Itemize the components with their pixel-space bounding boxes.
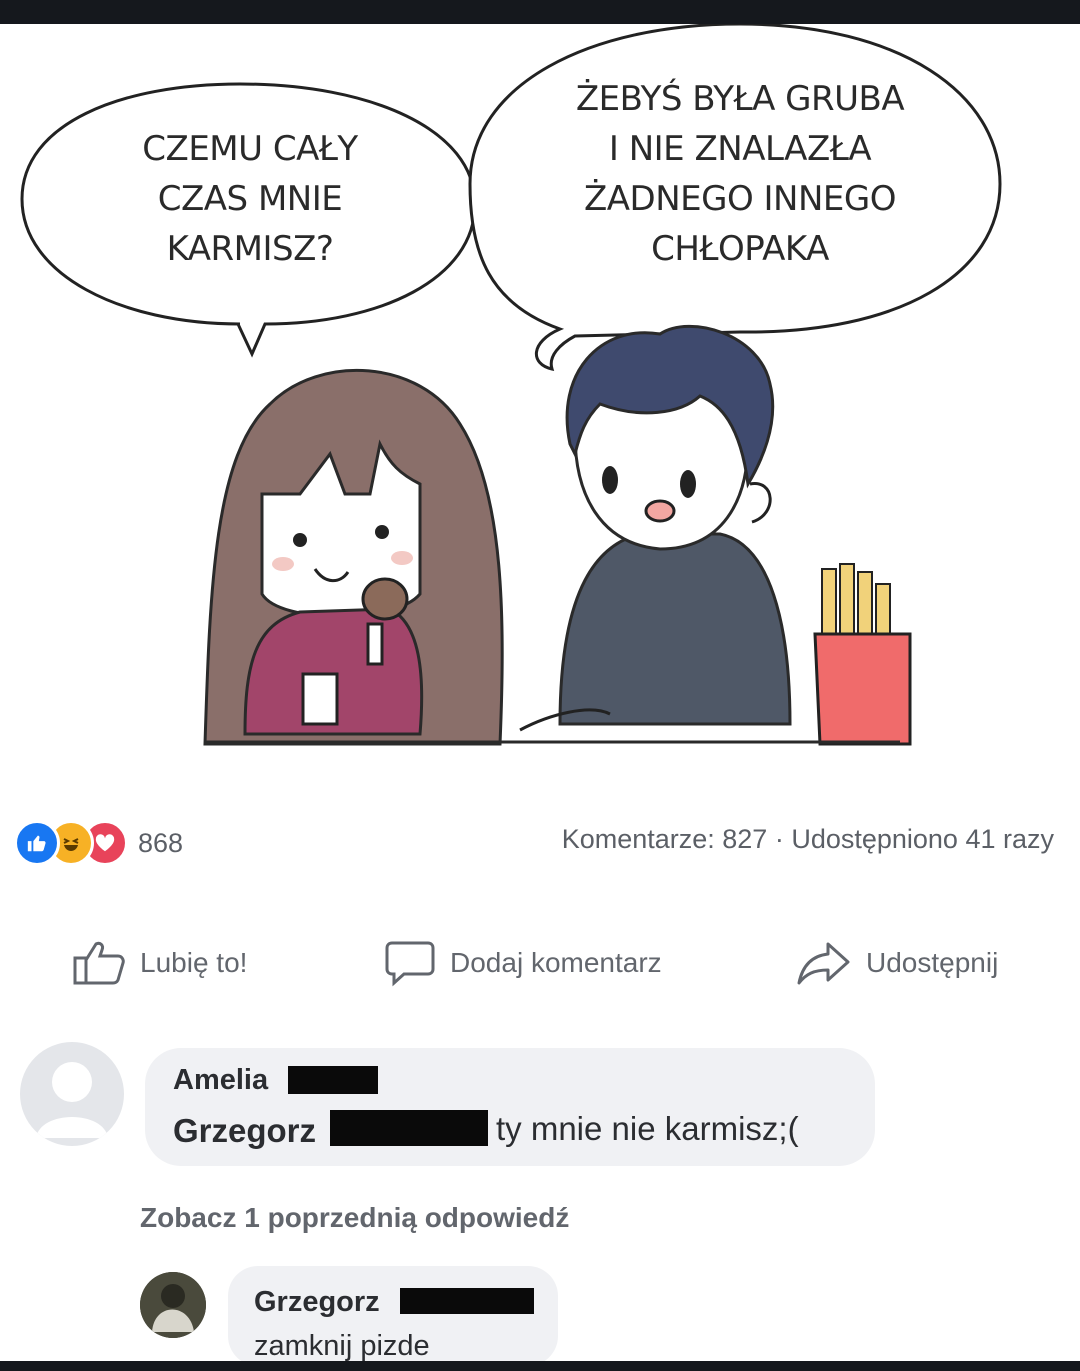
reply-author[interactable]: Grzegorz — [254, 1286, 380, 1319]
view-previous-replies-link[interactable]: Zobacz 1 poprzednią odpowiedź — [140, 1202, 569, 1234]
like-button[interactable]: Lubię to! — [72, 930, 247, 996]
speech-bubble-right-text: ŻEBYŚ BYŁA GRUBA I NIE ZNALAZŁA ŻADNEGO … — [520, 74, 960, 274]
bottom-bar — [0, 1361, 1080, 1371]
boy-illustration — [519, 324, 792, 732]
comic-image: CZEMU CAŁY CZAS MNIE KARMISZ? ŻEBYŚ BYŁA… — [0, 22, 1080, 764]
bubble-line: KARMISZ? — [166, 229, 334, 269]
redaction-bar — [288, 1066, 378, 1094]
fries-illustration — [813, 563, 912, 746]
bubble-line: ŻEBYŚ BYŁA GRUBA — [575, 79, 905, 119]
reply-text: zamknij pizde — [254, 1330, 430, 1362]
default-avatar-icon — [36, 1062, 108, 1138]
comment-label: Dodaj komentarz — [450, 947, 662, 978]
user-photo-icon — [140, 1272, 206, 1338]
like-icon — [14, 820, 60, 866]
like-label: Lubię to! — [140, 947, 248, 978]
reaction-count: 868 — [138, 827, 184, 858]
bubble-line: CHŁOPAKA — [651, 229, 829, 269]
comment-text: ty mnie nie karmisz;( — [496, 1110, 799, 1147]
top-bar — [0, 0, 1080, 24]
bubble-line: ŻADNEGO INNEGO — [583, 179, 897, 219]
share-arrow-icon — [797, 942, 850, 985]
post-action-bar: Lubię to! Dodaj komentarz Udostępnij — [0, 930, 1080, 996]
thumbs-up-icon — [73, 941, 125, 985]
girl-illustration — [203, 368, 504, 746]
speech-bubble-left-text: CZEMU CAŁY CZAS MNIE KARMISZ? — [60, 124, 440, 274]
reaction-summary[interactable]: 868 — [14, 820, 183, 866]
comment-button[interactable]: Dodaj komentarz — [384, 930, 662, 996]
avatar[interactable] — [140, 1272, 206, 1338]
comment-icon — [385, 941, 435, 987]
bubble-line: I NIE ZNALAZŁA — [608, 129, 872, 169]
comment-mention[interactable]: Grzegorz — [173, 1112, 316, 1150]
share-button[interactable]: Udostępnij — [796, 930, 998, 996]
post-stats[interactable]: Komentarze: 827 · Udostępniono 41 razy — [562, 824, 1054, 855]
bubble-line: CZAS MNIE — [157, 179, 343, 219]
share-label: Udostępnij — [866, 947, 999, 978]
bubble-line: CZEMU CAŁY — [142, 129, 358, 169]
redaction-bar — [330, 1110, 488, 1146]
redaction-bar — [400, 1288, 534, 1314]
comment-author[interactable]: Amelia — [173, 1064, 268, 1097]
avatar[interactable] — [20, 1042, 124, 1146]
